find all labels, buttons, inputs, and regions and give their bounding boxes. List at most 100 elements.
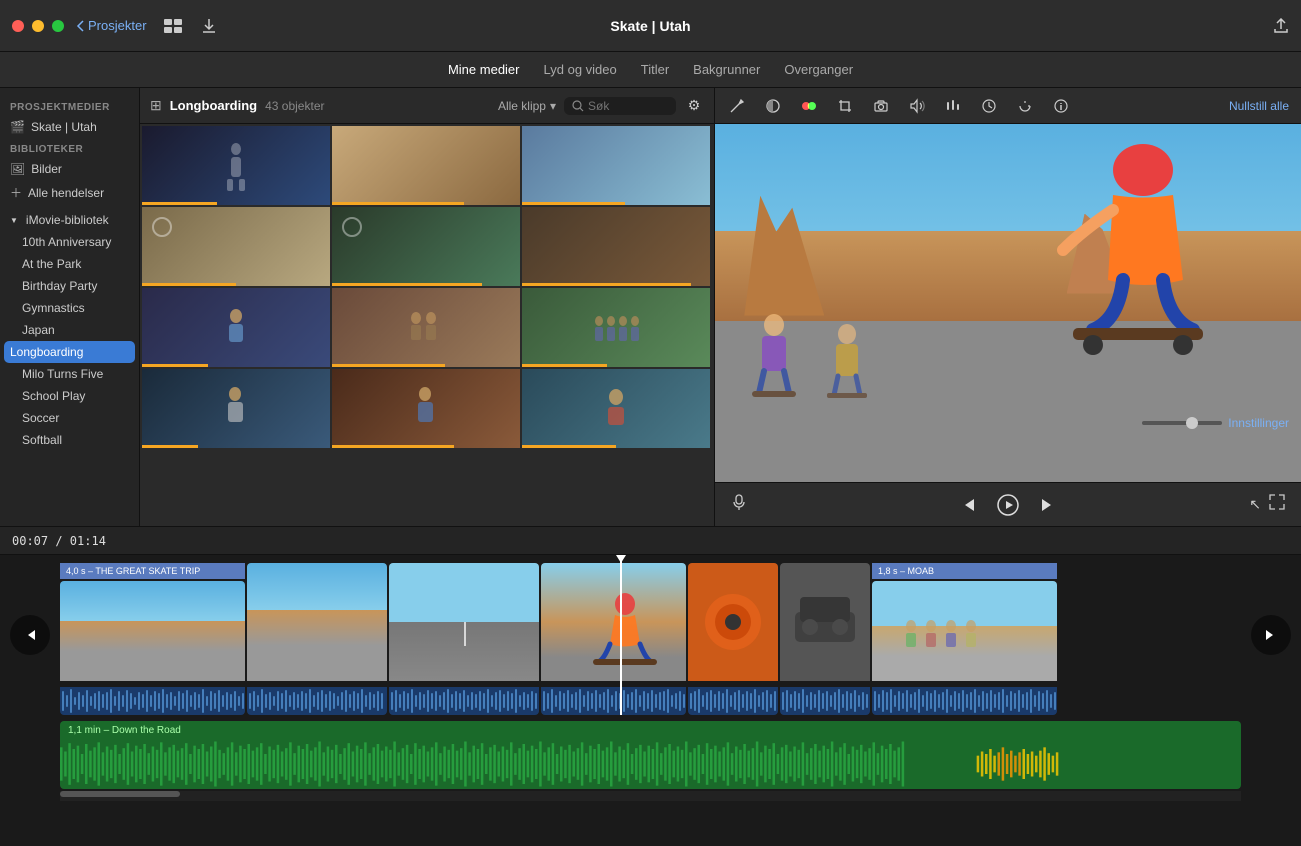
fullscreen-button[interactable] bbox=[52, 20, 64, 32]
sidebar-item-milo-turns-five[interactable]: Milo Turns Five bbox=[0, 363, 139, 385]
media-count: 43 objekter bbox=[265, 99, 324, 113]
timecode-display: 00:07 / 01:14 bbox=[12, 534, 106, 548]
speed-icon[interactable] bbox=[979, 96, 999, 116]
timeline-skip-left-button[interactable] bbox=[10, 615, 50, 655]
media-thumbnail[interactable] bbox=[142, 288, 330, 367]
audio-track-label: 1,1 min – Down the Road bbox=[68, 725, 181, 736]
chevron-down-icon: ▾ bbox=[550, 99, 556, 113]
sidebar-item-birthday-party[interactable]: Birthday Party bbox=[0, 275, 139, 297]
tab-bakgrunner[interactable]: Bakgrunner bbox=[693, 58, 760, 81]
timeline-body: 4,0 s – THE GREAT SKATE TRIP bbox=[0, 555, 1301, 846]
media-thumbnail[interactable] bbox=[332, 288, 520, 367]
sidebar-item-at-the-park[interactable]: At the Park bbox=[0, 253, 139, 275]
media-thumbnail[interactable] bbox=[522, 207, 710, 286]
play-button[interactable] bbox=[997, 494, 1019, 516]
tab-overganger[interactable]: Overganger bbox=[784, 58, 853, 81]
timeline-clip-1[interactable]: 4,0 s – THE GREAT SKATE TRIP bbox=[60, 563, 245, 715]
plus-icon: ＋ bbox=[10, 184, 22, 201]
stabilize-icon[interactable] bbox=[1015, 96, 1035, 116]
skip-to-start-button[interactable] bbox=[959, 496, 977, 514]
equalizer-icon[interactable] bbox=[943, 96, 963, 116]
settings-gear-icon[interactable]: ⚙ bbox=[684, 96, 704, 116]
person-icon bbox=[221, 308, 251, 348]
sidebar-item-longboarding[interactable]: Longboarding bbox=[4, 341, 135, 363]
sidebar-item-bilder[interactable]: 🖼 Bilder bbox=[0, 158, 139, 180]
minimize-button[interactable] bbox=[32, 20, 44, 32]
grid-view-icon[interactable] bbox=[163, 16, 183, 36]
media-thumbnail[interactable] bbox=[522, 126, 710, 205]
sidebar: PROSJEKTMEDIER 🎬 Skate | Utah BIBLIOTEKE… bbox=[0, 88, 140, 526]
media-thumbnail[interactable] bbox=[522, 369, 710, 448]
info-icon[interactable] bbox=[1051, 96, 1071, 116]
media-header-controls: Alle klipp ▾ ⚙ bbox=[498, 96, 704, 116]
sidebar-item-school-play[interactable]: School Play bbox=[0, 385, 139, 407]
media-thumbnail[interactable] bbox=[332, 207, 520, 286]
settings-button[interactable]: Innstillinger bbox=[1228, 416, 1289, 430]
camera-icon[interactable] bbox=[871, 96, 891, 116]
tab-titler[interactable]: Titler bbox=[641, 58, 669, 81]
sidebar-item-gymnastics[interactable]: Gymnastics bbox=[0, 297, 139, 319]
clip-label-7: 1,8 s – MOAB bbox=[878, 566, 934, 576]
back-button[interactable]: Prosjekter bbox=[76, 18, 147, 33]
timeline-clip-4[interactable] bbox=[541, 563, 686, 715]
timeline-clip-6[interactable] bbox=[780, 563, 870, 715]
sidebar-item-japan[interactable]: Japan bbox=[0, 319, 139, 341]
timeline-clip-2[interactable] bbox=[247, 563, 387, 715]
timeline-clips: 4,0 s – THE GREAT SKATE TRIP bbox=[0, 555, 1301, 715]
timeline-skip-right-button[interactable] bbox=[1251, 615, 1291, 655]
skip-to-end-button[interactable] bbox=[1039, 496, 1057, 514]
main-content: PROSJEKTMEDIER 🎬 Skate | Utah BIBLIOTEKE… bbox=[0, 88, 1301, 526]
audio-waveform-2 bbox=[247, 687, 387, 715]
grid-layout-toggle[interactable]: ⊞ bbox=[150, 97, 162, 114]
media-browser: ⊞ Longboarding 43 objekter Alle klipp ▾ … bbox=[140, 88, 715, 526]
filter-dropdown[interactable]: Alle klipp ▾ bbox=[498, 99, 556, 113]
color-balance-icon[interactable] bbox=[763, 96, 783, 116]
media-thumbnail[interactable] bbox=[142, 207, 330, 286]
timeline-clip-5[interactable] bbox=[688, 563, 778, 715]
tab-lyd-og-video[interactable]: Lyd og video bbox=[544, 58, 617, 81]
section-label-prosjektmedier: PROSJEKTMEDIER bbox=[0, 96, 139, 116]
media-thumbnail[interactable] bbox=[142, 369, 330, 448]
preview-tools-left bbox=[727, 96, 1071, 116]
playhead[interactable] bbox=[620, 555, 622, 715]
magic-wand-icon[interactable] bbox=[727, 96, 747, 116]
search-icon bbox=[572, 100, 584, 112]
sidebar-item-skate-utah[interactable]: 🎬 Skate | Utah bbox=[0, 116, 139, 138]
person-icon bbox=[218, 386, 253, 431]
tabbar: Mine medier Lyd og video Titler Bakgrunn… bbox=[0, 52, 1301, 88]
sidebar-item-imovie-bibliotek[interactable]: ▼ iMovie-bibliotek bbox=[0, 209, 139, 231]
sidebar-item-softball[interactable]: Softball bbox=[0, 429, 139, 451]
tab-mine-medier[interactable]: Mine medier bbox=[448, 58, 520, 81]
close-button[interactable] bbox=[12, 20, 24, 32]
volume-knob[interactable] bbox=[1186, 417, 1198, 429]
media-header: ⊞ Longboarding 43 objekter Alle klipp ▾ … bbox=[140, 88, 714, 124]
group-icon bbox=[591, 313, 641, 343]
color-correct-icon[interactable] bbox=[799, 96, 819, 116]
playhead-arrow bbox=[616, 555, 626, 563]
chevron-left-icon bbox=[76, 20, 84, 32]
microphone-button[interactable] bbox=[731, 494, 747, 515]
scrollbar-thumb[interactable] bbox=[60, 791, 180, 797]
imovie-library-label: iMovie-bibliotek bbox=[26, 213, 109, 227]
sidebar-item-soccer[interactable]: Soccer bbox=[0, 407, 139, 429]
media-title: Longboarding bbox=[170, 98, 257, 113]
audio-track: 1,1 min – Down the Road bbox=[60, 721, 1241, 789]
search-box[interactable] bbox=[564, 97, 676, 115]
crop-icon[interactable] bbox=[835, 96, 855, 116]
timeline-clip-7[interactable]: 1,8 s – MOAB bbox=[872, 563, 1057, 715]
media-thumbnail[interactable] bbox=[142, 126, 330, 205]
titlebar: Prosjekter Skate | Utah bbox=[0, 0, 1301, 52]
media-thumbnail[interactable] bbox=[522, 288, 710, 367]
media-thumbnail[interactable] bbox=[332, 126, 520, 205]
timeline-scrollbar[interactable] bbox=[60, 791, 1241, 801]
timeline-clip-3[interactable] bbox=[389, 563, 539, 715]
sidebar-item-10th-anniversary[interactable]: 10th Anniversary bbox=[0, 231, 139, 253]
sidebar-item-alle-hendelser[interactable]: ＋ Alle hendelser bbox=[0, 180, 139, 205]
person-icon bbox=[596, 389, 636, 429]
download-icon[interactable] bbox=[199, 16, 219, 36]
search-input[interactable] bbox=[588, 99, 668, 113]
media-thumbnail[interactable] bbox=[332, 369, 520, 448]
audio-icon[interactable] bbox=[907, 96, 927, 116]
bottom-section: 00:07 / 01:14 Innstillinger 4,0 s – THE … bbox=[0, 526, 1301, 846]
volume-slider[interactable] bbox=[1142, 421, 1222, 425]
